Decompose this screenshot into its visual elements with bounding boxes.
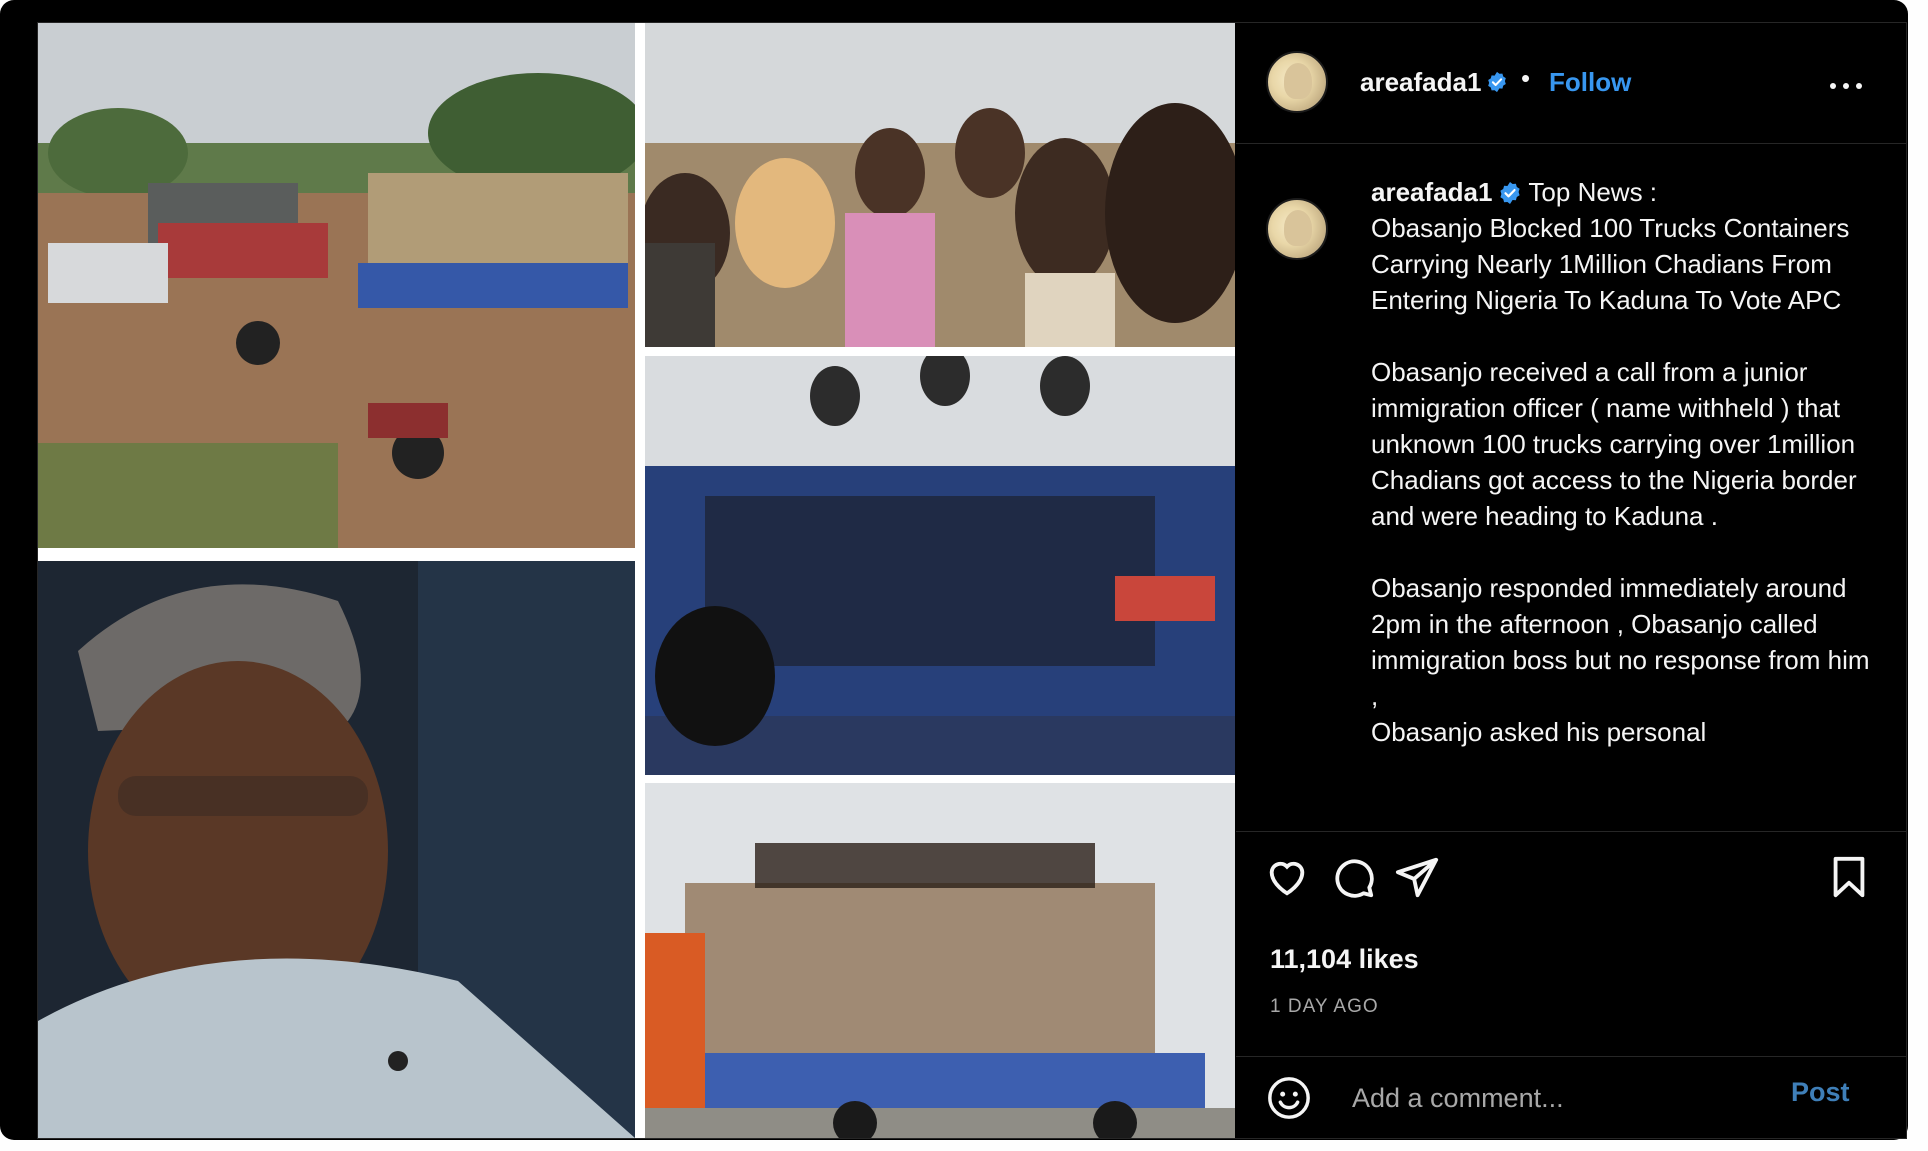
post-caption: areafada1 Top News : Obasanjo Blocked 100… [1371,174,1871,750]
caption-text: Top News : Obasanjo Blocked 100 Trucks C… [1371,177,1870,747]
more-options-icon[interactable] [1826,71,1866,101]
separator-dot: • [1521,63,1531,93]
post-header: areafada1 • Follow [1236,23,1906,144]
post-timestamp[interactable]: 1 DAY AGO [1270,996,1379,1018]
header-username[interactable]: areafada1 [1360,67,1481,98]
comment-input[interactable] [1350,1077,1774,1119]
heart-icon[interactable] [1264,854,1310,900]
verified-badge-icon [1500,182,1521,204]
emoji-icon[interactable] [1266,1075,1312,1121]
follow-button[interactable]: Follow [1549,67,1631,98]
window-frame: areafada1 • Follow areafada1 Top News : O… [0,0,1908,1140]
post-image-collage[interactable] [38,23,1235,1138]
caption-section[interactable]: areafada1 Top News : Obasanjo Blocked 100… [1236,144,1906,831]
avatar[interactable] [1266,51,1328,113]
caption-username[interactable]: areafada1 [1371,177,1492,207]
comment-composer: Post [1236,1055,1906,1138]
photo-loaded-truck [645,783,1235,1138]
share-icon[interactable] [1394,854,1440,900]
avatar[interactable] [1266,198,1328,260]
photo-trucks-roadside [38,23,635,548]
photo-group-of-men [645,23,1235,347]
photo-obasanjo-portrait [38,561,635,1138]
instagram-post: areafada1 • Follow areafada1 Top News : O… [37,22,1907,1139]
post-side-panel: areafada1 • Follow areafada1 Top News : O… [1236,23,1906,1138]
comment-icon[interactable] [1330,854,1376,900]
photo-blue-truck-crowd [645,356,1235,775]
verified-badge-icon [1488,71,1506,93]
post-actions: 11,104 likes 1 DAY AGO [1236,831,1906,1057]
bookmark-icon[interactable] [1826,854,1872,900]
likes-count[interactable]: 11,104 likes [1270,944,1419,975]
post-comment-button[interactable]: Post [1791,1077,1850,1108]
